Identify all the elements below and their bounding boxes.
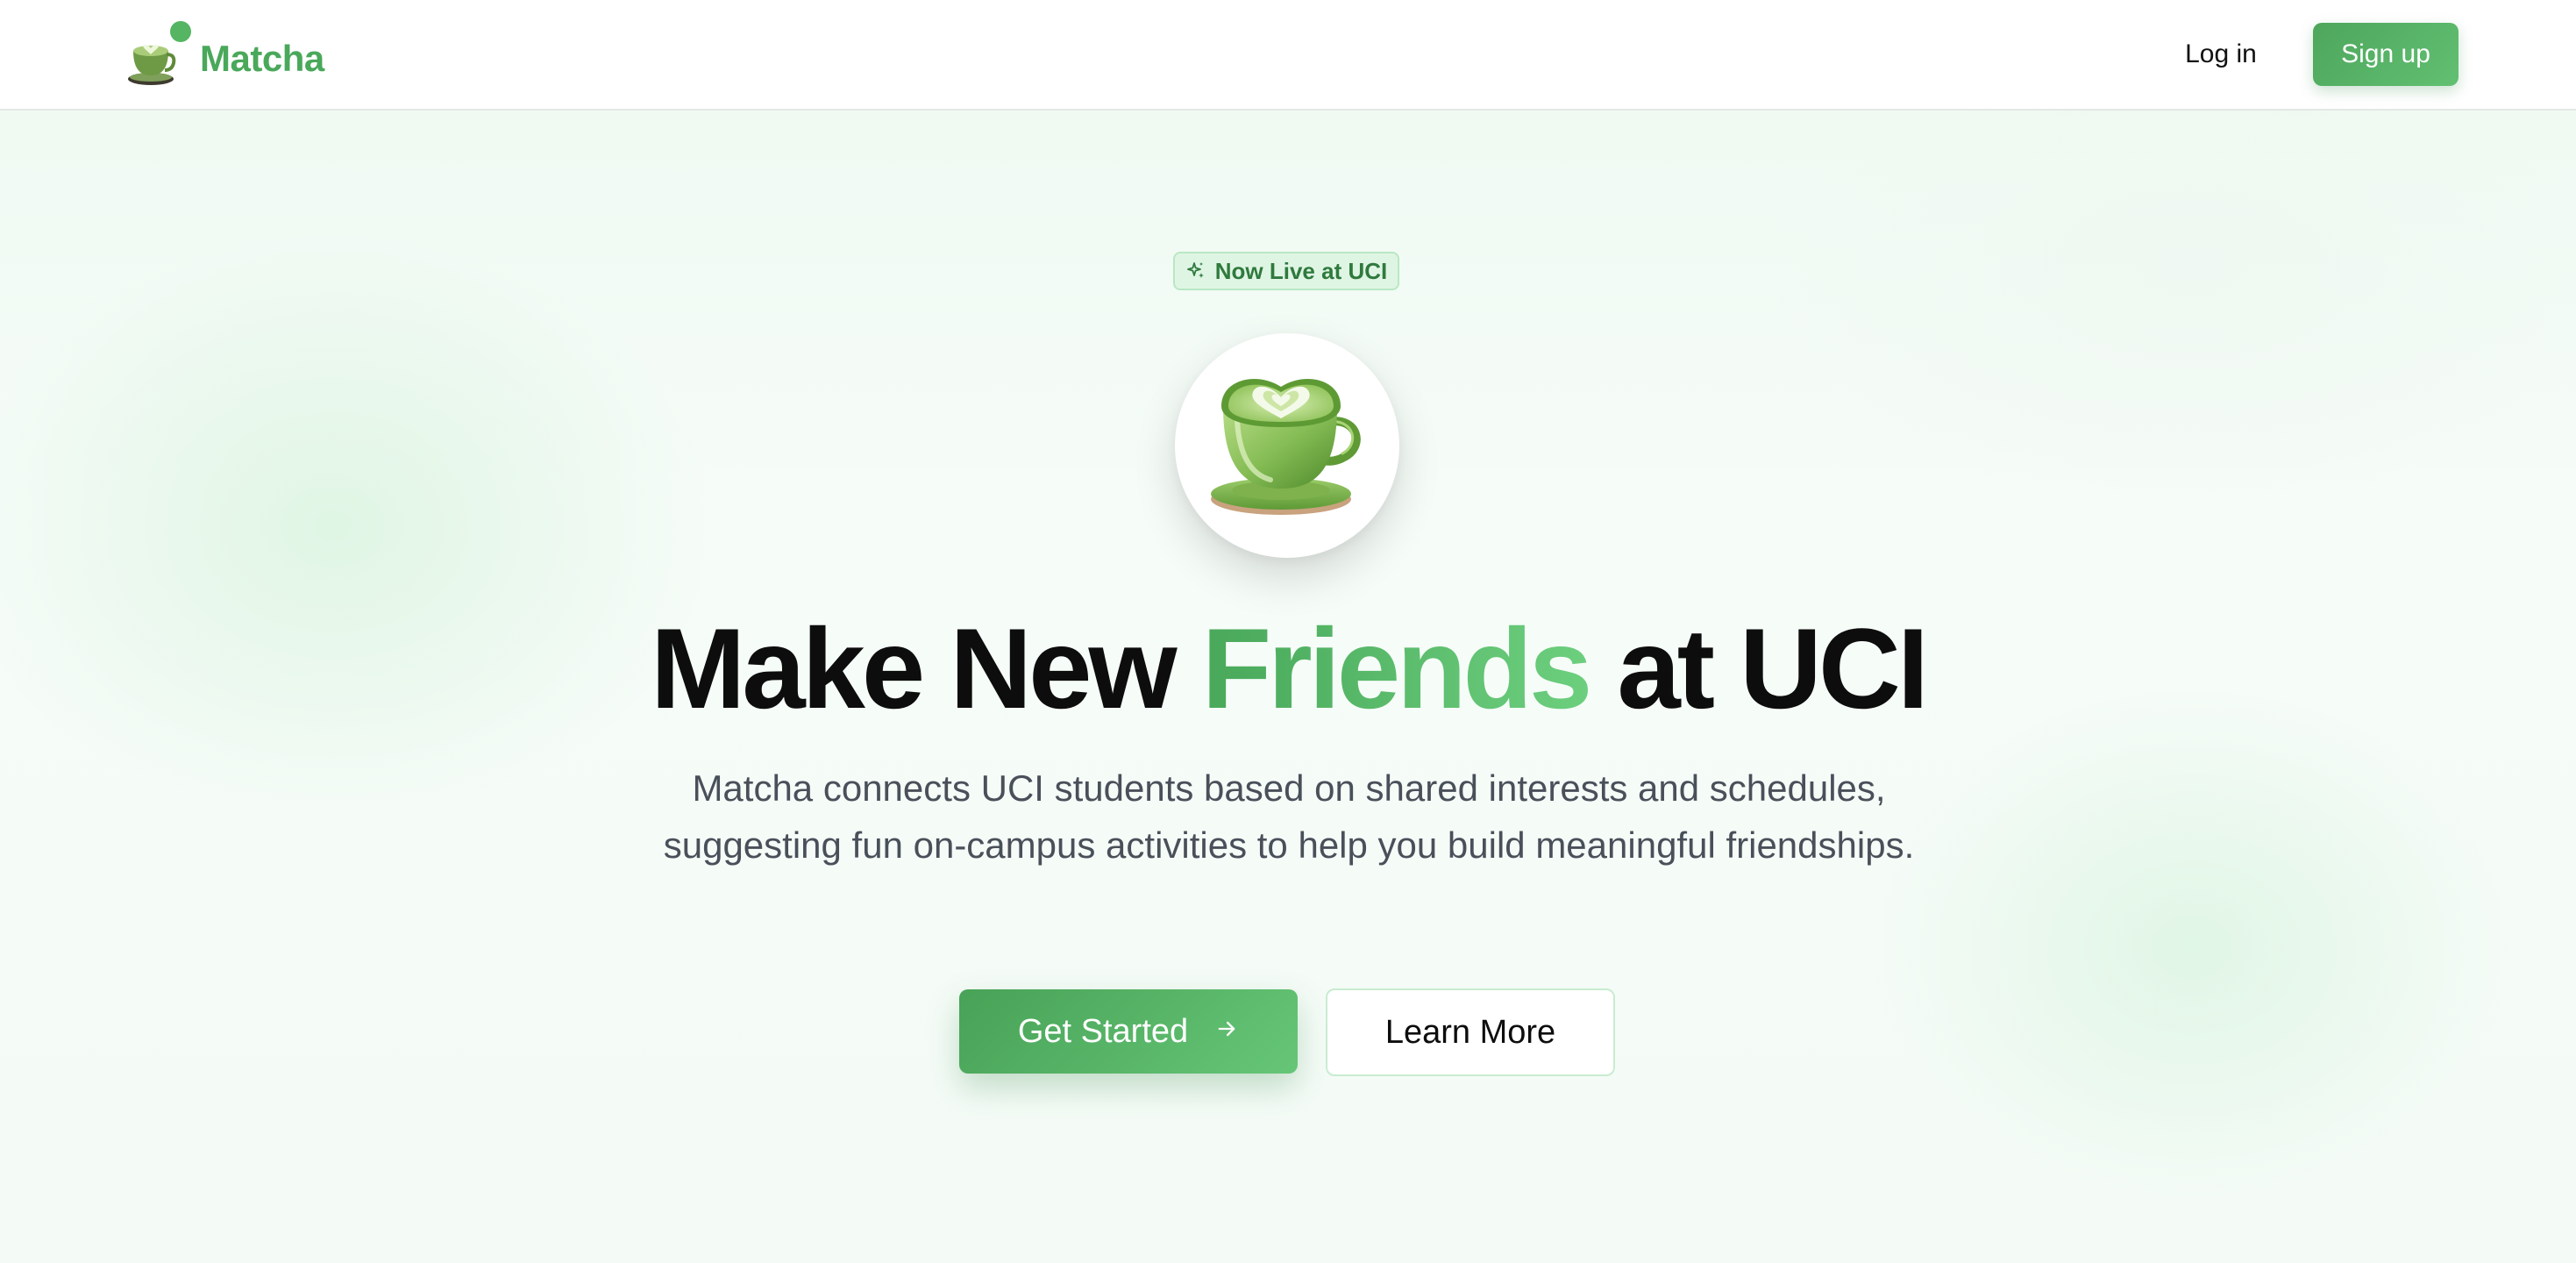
top-navbar: Matcha Log in Sign up bbox=[0, 0, 2576, 111]
sparkles-icon bbox=[1185, 260, 1206, 282]
brand-name: Matcha bbox=[200, 38, 324, 79]
headline-part-2: at UCI bbox=[1589, 604, 1929, 732]
headline-part-1: Make New bbox=[651, 604, 1202, 732]
hero-illustration bbox=[1175, 333, 1399, 558]
arrow-right-icon bbox=[1214, 1016, 1239, 1048]
status-badge: Now Live at UCI bbox=[1173, 252, 1399, 290]
login-button[interactable]: Log in bbox=[2166, 32, 2276, 77]
get-started-button[interactable]: Get Started bbox=[959, 989, 1298, 1074]
get-started-label: Get Started bbox=[1017, 1012, 1189, 1050]
learn-more-button[interactable]: Learn More bbox=[1326, 988, 1615, 1076]
signup-button[interactable]: Sign up bbox=[2313, 23, 2459, 86]
headline-accent: Friends bbox=[1201, 604, 1593, 732]
badge-text: Now Live at UCI bbox=[1214, 257, 1388, 284]
matcha-latte-heart-cup-icon bbox=[1211, 379, 1361, 515]
brand-home-link[interactable]: Matcha bbox=[125, 11, 324, 98]
matcha-cup-icon bbox=[125, 19, 191, 89]
hero-subtitle: Matcha connects UCI students based on sh… bbox=[663, 767, 1915, 866]
hero-headline: Make New Friends at UCI bbox=[0, 600, 2576, 737]
